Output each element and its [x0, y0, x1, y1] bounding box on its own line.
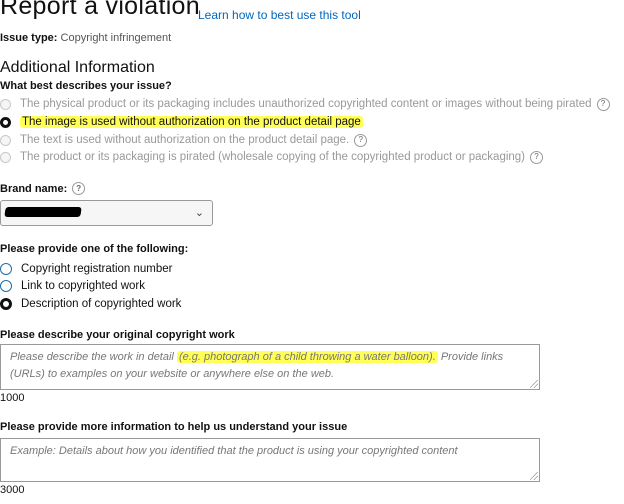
redacted-value: [4, 207, 82, 217]
radio-button-selected[interactable]: [0, 298, 12, 310]
help-icon[interactable]: ?: [596, 97, 610, 111]
option-label: The text is used without authorization o…: [20, 134, 350, 146]
issue-type: Issue type: Copyright infringement: [0, 32, 171, 44]
provide-option-registration[interactable]: Copyright registration number: [0, 261, 173, 277]
more-info-label: Please provide more information to help …: [0, 421, 348, 433]
provide-label: Please provide one of the following:: [0, 243, 189, 255]
brand-label-row: Brand name: ?: [0, 182, 86, 195]
placeholder-text: Please describe the work in detail: [10, 351, 177, 363]
issue-option-pirated[interactable]: The product or its packaging is pirated …: [0, 149, 544, 165]
provide-option-description[interactable]: Description of copyrighted work: [0, 296, 181, 312]
placeholder-text: Example: Details about how you identifie…: [10, 445, 458, 457]
help-icon[interactable]: ?: [354, 133, 368, 147]
resize-handle[interactable]: [530, 380, 538, 388]
resize-handle[interactable]: [530, 472, 538, 480]
char-count: 1000: [0, 392, 25, 404]
learn-link[interactable]: Learn how to best use this tool: [198, 8, 361, 22]
describe-textarea[interactable]: Please describe the work in detail (e.g.…: [0, 344, 540, 390]
issue-type-value: Copyright infringement: [60, 32, 172, 44]
issue-option-image[interactable]: The image is used without authorization …: [0, 114, 363, 130]
char-count: 3000: [0, 484, 25, 496]
brand-label: Brand name:: [0, 182, 68, 195]
radio-button[interactable]: [0, 151, 11, 163]
page-title: Report a violation: [0, 0, 200, 20]
radio-button[interactable]: [0, 280, 12, 292]
section-heading: Additional Information: [0, 59, 155, 76]
radio-button-selected[interactable]: [0, 116, 11, 128]
option-label: Copyright registration number: [21, 263, 173, 275]
issue-type-label: Issue type:: [0, 32, 58, 44]
issue-option-physical[interactable]: The physical product or its packaging in…: [0, 96, 610, 112]
option-label: Link to copyrighted work: [21, 280, 146, 292]
placeholder-example: (e.g. photograph of a child throwing a w…: [176, 351, 438, 363]
option-label: Description of copyrighted work: [21, 298, 182, 310]
describe-label: Please describe your original copyright …: [0, 329, 235, 341]
radio-button[interactable]: [0, 98, 11, 110]
provide-option-link[interactable]: Link to copyrighted work: [0, 278, 145, 294]
issue-question: What best describes your issue?: [0, 80, 172, 92]
issue-option-text[interactable]: The text is used without authorization o…: [0, 132, 368, 148]
option-label: The physical product or its packaging in…: [20, 98, 592, 110]
chevron-down-icon: ⌄: [194, 207, 204, 219]
option-label: The product or its packaging is pirated …: [20, 151, 526, 163]
option-label: The image is used without authorization …: [20, 116, 363, 128]
help-icon[interactable]: ?: [530, 150, 544, 164]
more-info-textarea[interactable]: Example: Details about how you identifie…: [0, 438, 540, 482]
help-icon[interactable]: ?: [72, 182, 86, 195]
radio-button[interactable]: [0, 134, 11, 146]
radio-button[interactable]: [0, 263, 12, 275]
brand-select[interactable]: ⌄: [0, 200, 213, 226]
